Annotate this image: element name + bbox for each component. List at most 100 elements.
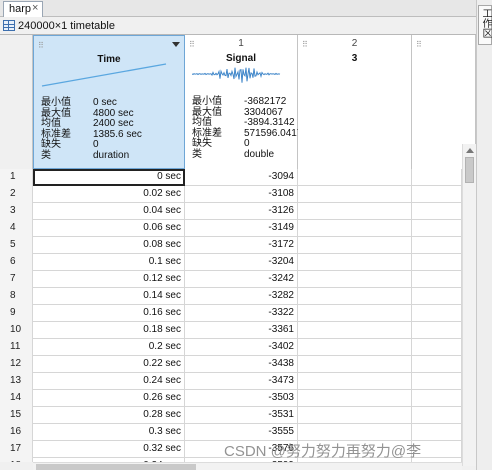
empty-cell[interactable] bbox=[298, 288, 412, 305]
signal-cell[interactable]: -3242 bbox=[185, 271, 298, 288]
empty-cell[interactable] bbox=[298, 271, 412, 288]
horizontal-scroll-thumb[interactable] bbox=[36, 464, 196, 470]
table-row[interactable]: 9 0.16 sec -3322 bbox=[0, 305, 476, 322]
empty-cell[interactable] bbox=[412, 203, 462, 220]
empty-cell[interactable] bbox=[412, 322, 462, 339]
row-number: 16 bbox=[0, 424, 33, 441]
table-row[interactable]: 5 0.08 sec -3172 bbox=[0, 237, 476, 254]
empty-cell[interactable] bbox=[298, 407, 412, 424]
column-header-time[interactable]: ⠿ Time 最小值 0 sec 最大值 4800 sec 均值 2400 sec 标准差 1… bbox=[33, 35, 185, 169]
signal-cell[interactable]: -3204 bbox=[185, 254, 298, 271]
signal-cell[interactable]: -3531 bbox=[185, 407, 298, 424]
empty-cell[interactable] bbox=[298, 186, 412, 203]
table-row[interactable]: 8 0.14 sec -3282 bbox=[0, 288, 476, 305]
time-cell[interactable]: 0.02 sec bbox=[33, 186, 185, 203]
empty-cell[interactable] bbox=[412, 186, 462, 203]
table-row[interactable]: 16 0.3 sec -3555 bbox=[0, 424, 476, 441]
signal-cell[interactable]: -3438 bbox=[185, 356, 298, 373]
tab-harp[interactable]: harp × bbox=[3, 1, 43, 17]
stat-row: 类 duration bbox=[41, 150, 142, 162]
empty-cell[interactable] bbox=[298, 339, 412, 356]
stat-value: 0 bbox=[93, 139, 99, 150]
column-header-signal[interactable]: ⠿ 1 Signal 最小值 -3682172 最大值 3304067 均值 -3894.… bbox=[185, 35, 302, 169]
empty-cell[interactable] bbox=[412, 356, 462, 373]
empty-cell[interactable] bbox=[412, 305, 462, 322]
empty-cell[interactable] bbox=[298, 356, 412, 373]
table-row[interactable]: 14 0.26 sec -3503 bbox=[0, 390, 476, 407]
time-cell[interactable]: 0.3 sec bbox=[33, 424, 185, 441]
vertical-scroll-thumb[interactable] bbox=[465, 157, 474, 183]
empty-cell[interactable] bbox=[298, 305, 412, 322]
table-row[interactable]: 3 0.04 sec -3126 bbox=[0, 203, 476, 220]
empty-cell[interactable] bbox=[298, 237, 412, 254]
empty-cell[interactable] bbox=[412, 424, 462, 441]
horizontal-scrollbar[interactable] bbox=[33, 462, 462, 470]
signal-cell[interactable]: -3473 bbox=[185, 373, 298, 390]
time-cell[interactable]: 0.16 sec bbox=[33, 305, 185, 322]
time-cell[interactable]: 0.08 sec bbox=[33, 237, 185, 254]
empty-cell[interactable] bbox=[412, 407, 462, 424]
empty-cell[interactable] bbox=[412, 271, 462, 288]
table-row[interactable]: 7 0.12 sec -3242 bbox=[0, 271, 476, 288]
time-cell[interactable]: 0.24 sec bbox=[33, 373, 185, 390]
empty-cell[interactable] bbox=[412, 339, 462, 356]
row-number: 2 bbox=[0, 186, 33, 203]
empty-cell[interactable] bbox=[412, 254, 462, 271]
table-row[interactable]: 12 0.22 sec -3438 bbox=[0, 356, 476, 373]
empty-cell[interactable] bbox=[298, 424, 412, 441]
table-row[interactable]: 11 0.2 sec -3402 bbox=[0, 339, 476, 356]
table-row[interactable]: 15 0.28 sec -3531 bbox=[0, 407, 476, 424]
empty-cell[interactable] bbox=[412, 288, 462, 305]
empty-cell[interactable] bbox=[298, 322, 412, 339]
table-row[interactable]: 10 0.18 sec -3361 bbox=[0, 322, 476, 339]
signal-cell[interactable]: -3282 bbox=[185, 288, 298, 305]
time-cell[interactable]: 0.32 sec bbox=[33, 441, 185, 458]
signal-cell[interactable]: -3149 bbox=[185, 220, 298, 237]
time-cell[interactable]: 0.26 sec bbox=[33, 390, 185, 407]
time-cell[interactable]: 0.2 sec bbox=[33, 339, 185, 356]
empty-cell[interactable] bbox=[412, 237, 462, 254]
empty-cell[interactable] bbox=[298, 390, 412, 407]
chevron-down-icon[interactable] bbox=[172, 42, 180, 47]
table-row[interactable]: 4 0.06 sec -3149 bbox=[0, 220, 476, 237]
time-cell[interactable]: 0.06 sec bbox=[33, 220, 185, 237]
empty-cell[interactable] bbox=[412, 390, 462, 407]
column-header-3[interactable]: ⠿ 2 3 bbox=[298, 35, 412, 169]
signal-cell[interactable]: -3555 bbox=[185, 424, 298, 441]
table-row[interactable]: 10 sec -3094 bbox=[0, 169, 476, 186]
scroll-up-icon[interactable] bbox=[466, 148, 474, 153]
stat-value: 2400 sec bbox=[93, 118, 134, 129]
signal-cell[interactable]: -3126 bbox=[185, 203, 298, 220]
table-row[interactable]: 2 0.02 sec -3108 bbox=[0, 186, 476, 203]
time-cell[interactable]: 0.14 sec bbox=[33, 288, 185, 305]
time-cell[interactable]: 0.22 sec bbox=[33, 356, 185, 373]
workspace-side-tab[interactable]: 工作区 bbox=[478, 5, 492, 45]
signal-cell[interactable]: -3402 bbox=[185, 339, 298, 356]
signal-cell[interactable]: -3503 bbox=[185, 390, 298, 407]
signal-cell[interactable]: -3172 bbox=[185, 237, 298, 254]
drag-grip-icon[interactable]: ⠿ bbox=[38, 41, 44, 50]
time-cell[interactable]: 0.1 sec bbox=[33, 254, 185, 271]
empty-cell[interactable] bbox=[298, 220, 412, 237]
signal-cell[interactable]: -3094 bbox=[185, 169, 298, 186]
table-row[interactable]: 6 0.1 sec -3204 bbox=[0, 254, 476, 271]
vertical-scrollbar[interactable] bbox=[462, 144, 476, 466]
signal-cell[interactable]: -3322 bbox=[185, 305, 298, 322]
empty-cell[interactable] bbox=[412, 373, 462, 390]
empty-cell[interactable] bbox=[412, 169, 462, 186]
empty-cell[interactable] bbox=[298, 373, 412, 390]
drag-grip-icon[interactable]: ⠿ bbox=[416, 40, 422, 49]
empty-cell[interactable] bbox=[298, 169, 412, 186]
empty-cell[interactable] bbox=[412, 220, 462, 237]
empty-cell[interactable] bbox=[298, 254, 412, 271]
time-cell[interactable]: 0.18 sec bbox=[33, 322, 185, 339]
signal-cell[interactable]: -3361 bbox=[185, 322, 298, 339]
time-cell[interactable]: 0.28 sec bbox=[33, 407, 185, 424]
close-icon[interactable]: × bbox=[32, 2, 38, 14]
time-cell[interactable]: 0.04 sec bbox=[33, 203, 185, 220]
time-cell[interactable]: 0 sec bbox=[33, 169, 185, 186]
signal-cell[interactable]: -3108 bbox=[185, 186, 298, 203]
empty-cell[interactable] bbox=[298, 203, 412, 220]
time-cell[interactable]: 0.12 sec bbox=[33, 271, 185, 288]
table-row[interactable]: 13 0.24 sec -3473 bbox=[0, 373, 476, 390]
